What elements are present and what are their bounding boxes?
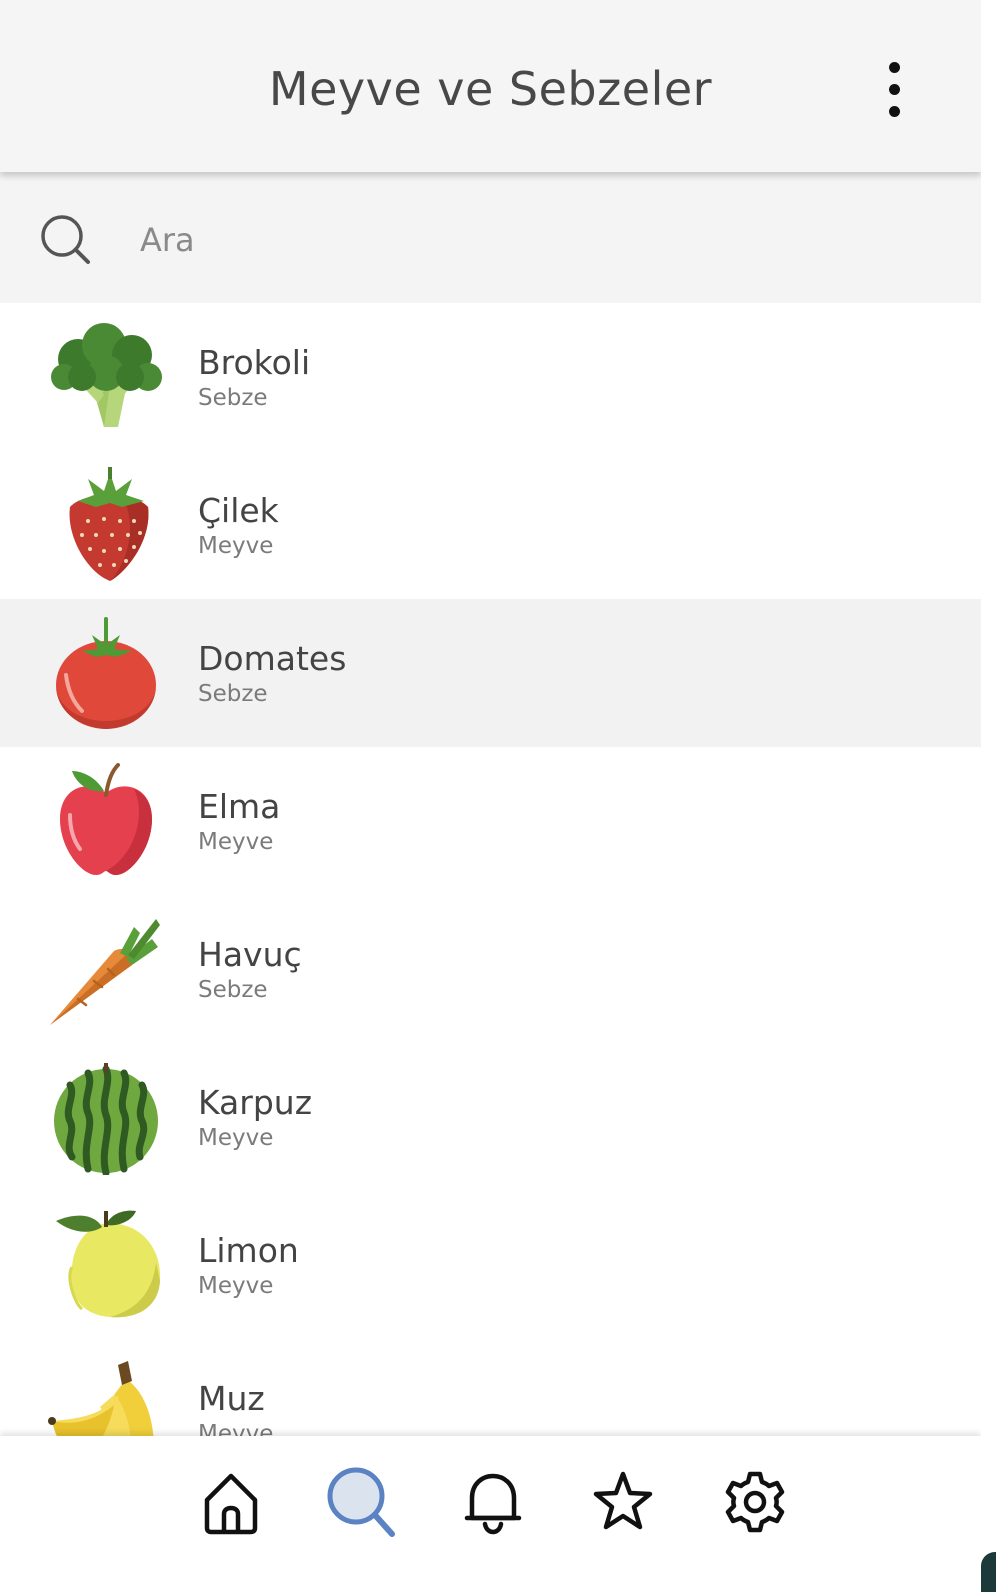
apple-icon (60, 763, 152, 875)
search-input[interactable] (138, 210, 942, 270)
item-name: Havuç (198, 935, 302, 974)
list-item[interactable]: Karpuz Meyve (0, 1043, 981, 1191)
list-item[interactable]: Domates Sebze (0, 599, 981, 747)
app-header: Meyve ve Sebzeler (0, 0, 981, 172)
list-item[interactable]: Brokoli Sebze (0, 303, 981, 451)
item-type: Meyve (198, 1273, 274, 1299)
tomato-icon (56, 617, 156, 729)
item-type: Meyve (198, 1421, 274, 1436)
list-item[interactable]: Elma Meyve (0, 747, 981, 895)
item-name: Domates (198, 639, 347, 678)
search-bar (0, 172, 981, 303)
item-name: Karpuz (198, 1083, 313, 1122)
page-title: Meyve ve Sebzeler (268, 62, 713, 116)
bell-icon[interactable] (458, 1466, 528, 1538)
home-icon[interactable] (196, 1466, 266, 1538)
carrot-icon (50, 919, 160, 1025)
search-icon[interactable] (326, 1466, 396, 1538)
list-item[interactable]: Muz Meyve (0, 1339, 981, 1436)
item-name: Çilek (198, 491, 279, 530)
more-dot (889, 106, 900, 117)
item-name: Limon (198, 1231, 299, 1270)
item-name: Brokoli (198, 343, 311, 382)
item-type: Meyve (198, 533, 274, 559)
bottom-nav (0, 1436, 981, 1592)
more-options-button[interactable] (876, 58, 912, 122)
list-item[interactable]: Limon Meyve (0, 1191, 981, 1339)
app-screen: Meyve ve Sebzeler Ara Brokoli Sebze Çile… (0, 0, 981, 1592)
strawberry-icon (69, 467, 149, 581)
item-name: Elma (198, 787, 281, 826)
watermelon-icon (54, 1063, 158, 1175)
broccoli-icon (51, 323, 162, 427)
star-icon[interactable] (588, 1466, 658, 1538)
window-edge (981, 0, 996, 1592)
item-type: Sebze (198, 385, 268, 411)
item-type: Sebze (198, 681, 268, 707)
gear-icon[interactable] (720, 1466, 790, 1538)
list-item[interactable]: Çilek Meyve (0, 451, 981, 599)
item-type: Meyve (198, 829, 274, 855)
banana-icon (48, 1361, 154, 1436)
produce-list: Brokoli Sebze Çilek Meyve Domates Sebze … (0, 303, 981, 1436)
item-type: Meyve (198, 1125, 274, 1151)
more-dot (889, 62, 900, 73)
more-dot (889, 84, 900, 95)
item-name: Muz (198, 1379, 265, 1418)
list-item[interactable]: Havuç Sebze (0, 895, 981, 1043)
lemon-icon (56, 1210, 161, 1318)
search-icon (41, 215, 90, 264)
item-type: Sebze (198, 977, 268, 1003)
